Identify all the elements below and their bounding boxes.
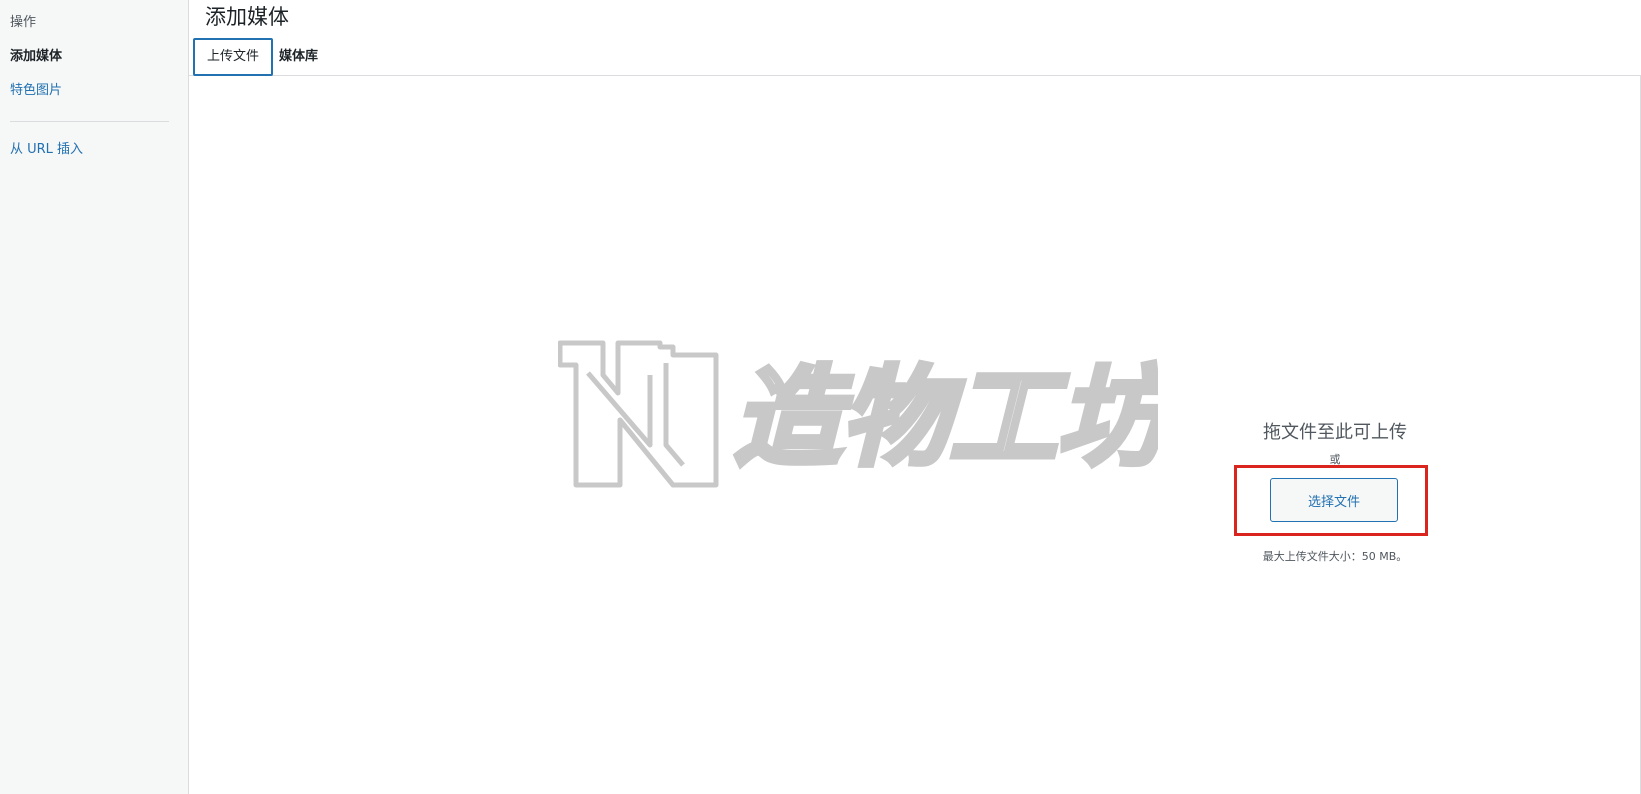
logo-mark-outline [558, 340, 719, 488]
watermark-logo: 造物工坊 [558, 340, 1158, 488]
sidebar-separator [10, 121, 169, 122]
logo-mark-inner [586, 371, 653, 448]
tab-media-library[interactable]: 媒体库 [267, 38, 330, 76]
sidebar-item-featured-image[interactable]: 特色图片 [10, 82, 62, 100]
router-tabs: 上传文件 媒体库 [189, 0, 1641, 76]
media-sidebar-menu: 操作 添加媒体 特色图片 从 URL 插入 [0, 0, 189, 794]
media-modal: 操作 添加媒体 特色图片 从 URL 插入 上传文件 媒体库 添加媒体 造物工坊… [0, 0, 1641, 794]
tab-upload-files[interactable]: 上传文件 [193, 38, 274, 76]
watermark-text: 造物工坊 [733, 356, 1158, 481]
modal-title: 添加媒体 [205, 5, 289, 29]
sidebar-item-add-media[interactable]: 添加媒体 [10, 48, 62, 66]
select-files-button[interactable]: 选择文件 [1270, 478, 1398, 522]
sidebar-heading: 操作 [10, 15, 37, 30]
or-label: 或 [1329, 453, 1341, 466]
max-upload-size: 最大上传文件大小：50 MB。 [1262, 550, 1408, 563]
logo-mark-inner-2 [663, 363, 685, 467]
sidebar-item-insert-from-url[interactable]: 从 URL 插入 [10, 141, 83, 159]
drop-instructions: 拖文件至此可上传 [1263, 422, 1407, 443]
